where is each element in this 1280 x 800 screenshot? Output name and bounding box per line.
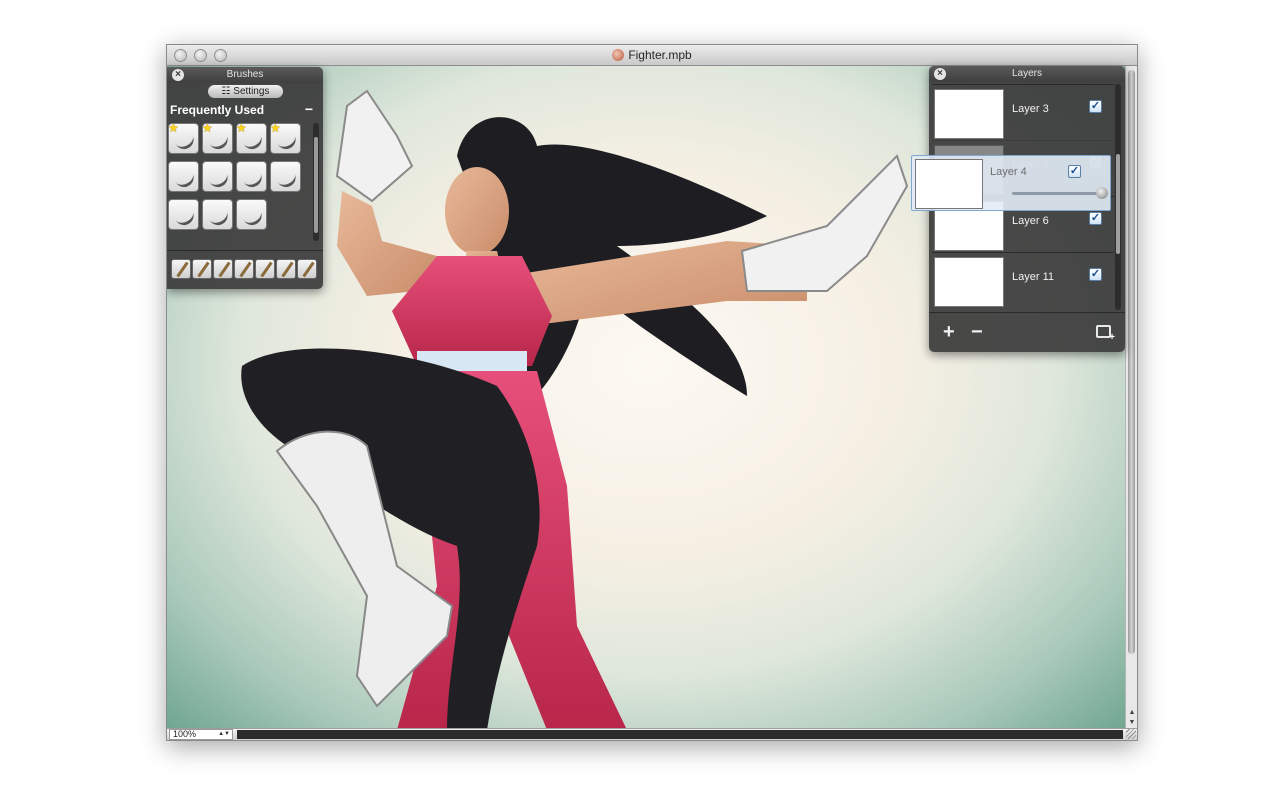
- title-bar: Fighter.mpb: [167, 45, 1137, 66]
- resize-grip-icon[interactable]: [1126, 729, 1136, 739]
- marker-brush-icon[interactable]: [236, 199, 267, 230]
- layers-scrollbar[interactable]: [1115, 84, 1121, 310]
- layer-thumbnail: [934, 257, 1004, 307]
- add-layer-button[interactable]: +: [943, 321, 955, 344]
- layer-thumbnail: [934, 89, 1004, 139]
- dropper-tool-icon[interactable]: [213, 259, 233, 279]
- layer-opacity-slider[interactable]: [1012, 192, 1102, 195]
- horizontal-scrollbar[interactable]: [237, 730, 1123, 739]
- pencil-brush-icon[interactable]: ★: [202, 121, 233, 154]
- layers-panel-title: Layers: [929, 66, 1125, 82]
- brush-settings-label: Settings: [233, 86, 270, 97]
- layer-row[interactable]: Layer 11 ✓: [932, 252, 1114, 308]
- brushes-panel-title: Brushes: [167, 67, 323, 83]
- brush-section-label: Frequently Used: [170, 103, 265, 117]
- close-icon[interactable]: ×: [172, 69, 184, 81]
- layer-opacity-knob[interactable]: [1096, 187, 1108, 199]
- texture-brush-icon[interactable]: [236, 161, 267, 192]
- collapse-icon[interactable]: −: [305, 101, 313, 117]
- status-bar: 100% ▲▼: [167, 728, 1137, 740]
- brushes-panel: Brushes × ☷ Settings Frequently Used − ★…: [167, 67, 323, 289]
- dragged-layer-visibility-checkbox[interactable]: ✓: [1068, 165, 1081, 178]
- ring-brush-icon[interactable]: ★: [236, 121, 267, 154]
- fine-pen-brush-icon[interactable]: [202, 199, 233, 230]
- add-image-layer-icon[interactable]: [1096, 325, 1115, 343]
- pencil-tool-icon[interactable]: [192, 259, 212, 279]
- right-glove: [740, 154, 909, 292]
- smudge-brush-icon[interactable]: [202, 161, 233, 192]
- vertical-scrollbar[interactable]: ▲ ▼: [1125, 66, 1137, 730]
- zoom-value: 100%: [173, 729, 197, 739]
- brushes-scrollbar[interactable]: [313, 123, 319, 241]
- airbrush-red-icon[interactable]: ★: [270, 121, 301, 154]
- spray-tool-icon[interactable]: [276, 259, 296, 279]
- remove-layer-button[interactable]: −: [971, 321, 983, 344]
- black-ink-brush-icon[interactable]: [168, 199, 199, 230]
- layer-visibility-checkbox[interactable]: ✓: [1089, 212, 1102, 225]
- layer-visibility-checkbox[interactable]: ✓: [1089, 268, 1102, 281]
- app-window: Fighter.mpb ▲ ▼ 100% ▲▼ Brushes × ☷ Sett…: [166, 44, 1138, 741]
- brush-tool-icon[interactable]: [234, 259, 254, 279]
- scroll-up-arrow-icon[interactable]: ▲: [1126, 708, 1137, 718]
- spatter-brush-icon[interactable]: [168, 161, 199, 192]
- window-title: Fighter.mpb: [628, 48, 692, 62]
- zoom-stepper-icon[interactable]: ▲▼: [218, 730, 230, 739]
- vertical-scroll-thumb[interactable]: [1128, 70, 1135, 654]
- favorite-star-icon: ★: [202, 121, 213, 135]
- ink-brush-icon[interactable]: ★: [168, 121, 199, 154]
- dragged-layer-name: Layer 4: [990, 166, 1027, 178]
- blender-tool-icon[interactable]: [297, 259, 317, 279]
- favorite-star-icon: ★: [236, 121, 247, 135]
- star-tool-icon[interactable]: [255, 259, 275, 279]
- brush-settings-button[interactable]: ☷ Settings: [208, 85, 283, 98]
- document-icon: [612, 49, 625, 61]
- layer-row[interactable]: Layer 3 ✓: [932, 84, 1114, 140]
- scroll-down-arrow-icon[interactable]: ▼: [1126, 718, 1137, 728]
- dragged-layer-thumbnail: [915, 159, 983, 209]
- brush-section-header[interactable]: Frequently Used −: [167, 101, 323, 119]
- face: [445, 167, 509, 255]
- close-icon[interactable]: ×: [934, 68, 946, 80]
- favorite-star-icon: ★: [168, 121, 179, 135]
- pen-tool-icon[interactable]: [171, 259, 191, 279]
- favorite-star-icon: ★: [270, 121, 281, 135]
- left-glove: [335, 89, 414, 203]
- layer-name: Layer 3: [1012, 103, 1049, 115]
- layer-name: Layer 6: [1012, 215, 1049, 227]
- layer-name: Layer 11: [1012, 271, 1054, 283]
- zoom-field[interactable]: 100% ▲▼: [169, 729, 233, 740]
- soft-blue-brush-icon[interactable]: [270, 161, 301, 192]
- dragged-layer[interactable]: Layer 4 ✓: [911, 155, 1111, 211]
- layers-footer: + −: [929, 312, 1125, 352]
- tool-row: [167, 250, 323, 284]
- layer-visibility-checkbox[interactable]: ✓: [1089, 100, 1102, 113]
